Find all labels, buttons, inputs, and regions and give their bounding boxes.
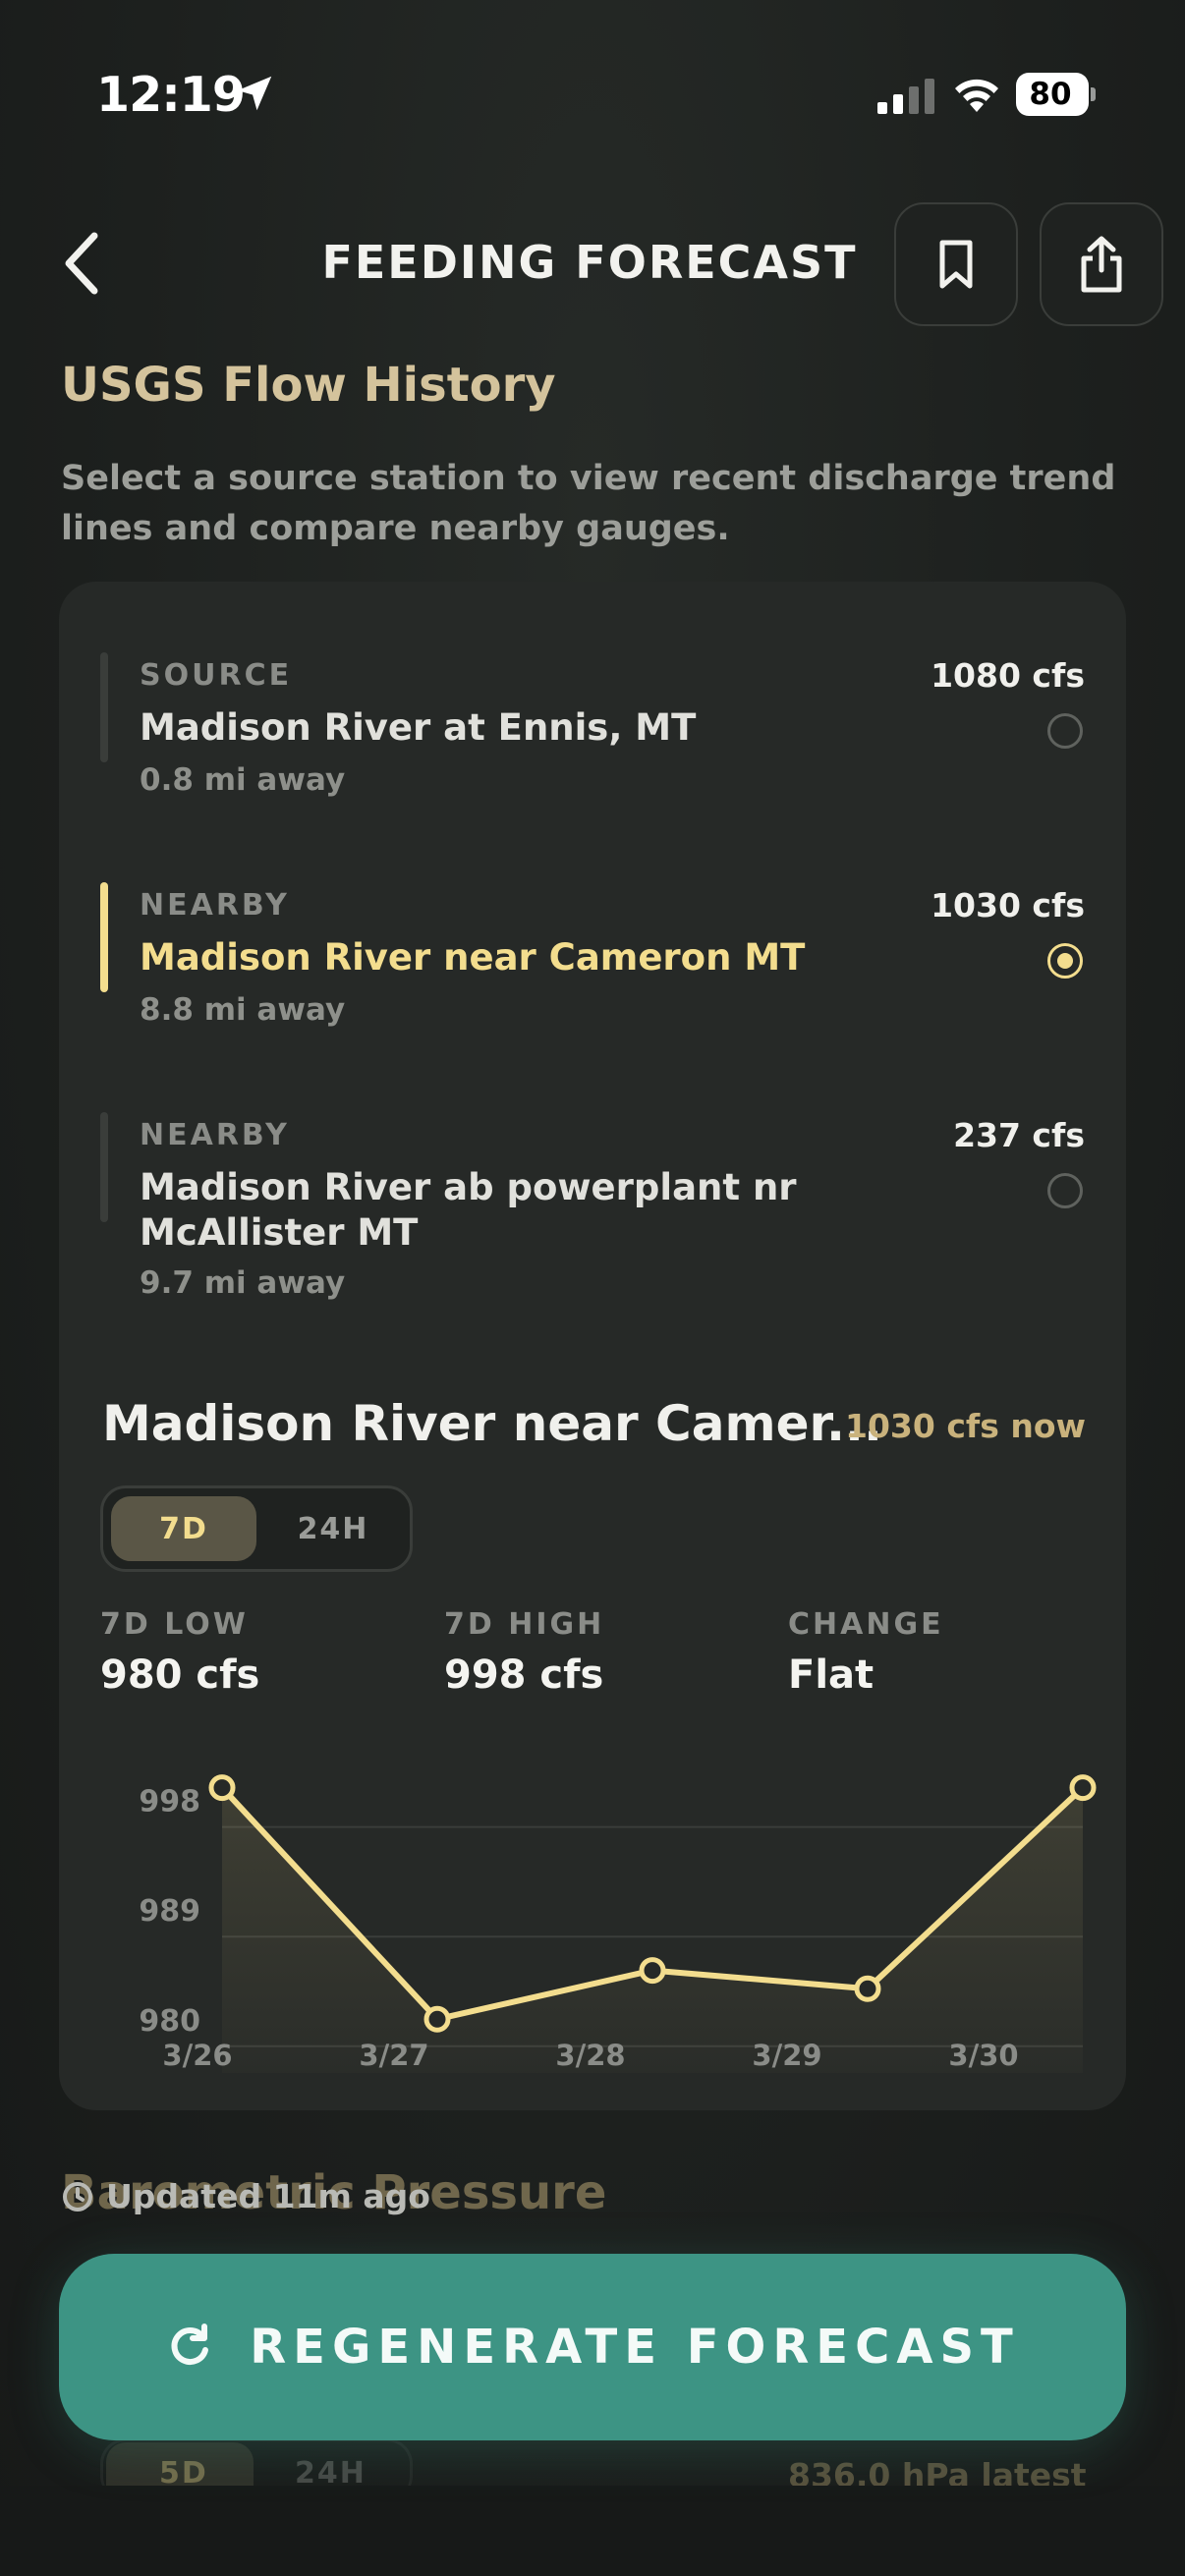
station-name: Madison River near Cameron MT: [140, 936, 806, 979]
station-indicator-bar: [100, 882, 108, 992]
stat-low-value: 980 cfs: [100, 1652, 260, 1698]
chart-x-tick-label: 3/29: [752, 2039, 821, 2072]
station-kind: NEARBY: [140, 1118, 290, 1152]
tab-24h[interactable]: 24H: [264, 1496, 402, 1561]
stat-high-value: 998 cfs: [444, 1652, 604, 1698]
chart-y-tick-label: 989: [139, 1894, 200, 1929]
chart-y-tick-label: 998: [139, 1785, 200, 1820]
chart-data-point: [208, 1774, 236, 1802]
wifi-icon: [955, 79, 998, 112]
station-flow: 237 cfs: [953, 1116, 1085, 1154]
back-chevron-icon[interactable]: [57, 228, 106, 299]
graph-current-flow: 1030 cfs now: [845, 1407, 1087, 1445]
bottom-fade: [0, 2486, 1185, 2576]
bookmark-icon: [939, 240, 973, 289]
stat-high-label: 7D HIGH: [444, 1607, 605, 1642]
cellular-signal-icon: [877, 79, 934, 114]
chart-x-tick-label: 3/30: [948, 2039, 1018, 2072]
refresh-icon: [171, 2324, 209, 2365]
station-kind: SOURCE: [140, 658, 293, 693]
bookmark-button[interactable]: [894, 202, 1018, 326]
chart-data-point: [1069, 1774, 1097, 1802]
station-radio[interactable]: [1047, 1173, 1083, 1208]
chart-data-point: [423, 2005, 451, 2033]
station-flow: 1030 cfs: [931, 886, 1085, 924]
location-arrow-icon: [237, 76, 272, 111]
chart-data-point: [854, 1975, 881, 2002]
station-flow: 1080 cfs: [931, 656, 1085, 695]
chart-data-point: [639, 1957, 666, 1985]
station-distance: 9.7 mi away: [140, 1265, 346, 1301]
station-distance: 0.8 mi away: [140, 762, 346, 798]
page-title: FEEDING FORECAST: [321, 236, 858, 289]
battery-indicator: 80: [1016, 73, 1099, 116]
stat-low-label: 7D LOW: [100, 1607, 249, 1642]
status-time: 12:19: [96, 67, 246, 123]
regenerate-forecast-button[interactable]: REGENERATE FORECAST: [59, 2254, 1126, 2440]
chart-x-tick-label: 3/26: [162, 2039, 232, 2072]
graph-title: Madison River near Camer...: [102, 1395, 883, 1452]
chart-x-tick-label: 3/27: [359, 2039, 428, 2072]
station-distance: 8.8 mi away: [140, 992, 346, 1028]
range-segmented-control: 7D 24H: [100, 1485, 413, 1572]
chart-y-tick-label: 980: [139, 2004, 200, 2039]
station-indicator-bar: [100, 1112, 108, 1222]
regenerate-label: REGENERATE FORECAST: [250, 2320, 1020, 2375]
share-button[interactable]: [1040, 202, 1163, 326]
station-kind: NEARBY: [140, 888, 290, 923]
chart-x-tick-label: 3/28: [555, 2039, 625, 2072]
stat-change-value: Flat: [788, 1652, 875, 1698]
station-radio[interactable]: [1047, 713, 1083, 749]
station-name: Madison River ab powerplant nr McAlliste…: [140, 1166, 797, 1254]
updated-text: Updated 11m ago: [106, 2177, 430, 2215]
station-name: Madison River at Ennis, MT: [140, 706, 697, 749]
updated-timestamp: Updated 11m ago: [61, 2177, 430, 2215]
station-radio-selected[interactable]: [1047, 943, 1083, 979]
stat-change-label: CHANGE: [788, 1607, 944, 1642]
battery-percent: 80: [1029, 77, 1072, 112]
tab-7d[interactable]: 7D: [111, 1496, 256, 1561]
section-description: Select a source station to view recent d…: [61, 459, 1116, 548]
station-indicator-bar: [100, 652, 108, 762]
clock-icon: [63, 2181, 92, 2212]
section-title: USGS Flow History: [61, 358, 556, 413]
flow-line-chart: 998 989 980 3/26 3/27 3/28 3/29 3/30: [139, 1774, 1097, 2073]
share-icon: [1081, 236, 1122, 293]
